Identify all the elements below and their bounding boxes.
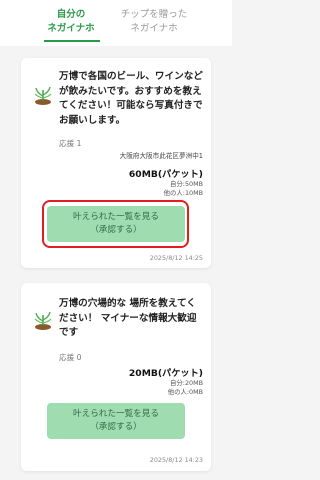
- tab-label-line1: チップを贈った: [120, 9, 188, 20]
- wish-message: 万博で各国のビール、ワインなどが飲みたいです。おすすめを教えてください！可能なら…: [59, 71, 203, 126]
- tab-label-line2: ネガイナホ: [47, 23, 95, 34]
- tip-amount: 20MB(パケット): [128, 368, 203, 379]
- tab-tipped-negainaho[interactable]: チップを贈った ネガイナホ: [112, 8, 196, 36]
- tab-my-negainaho[interactable]: 自分の ネガイナホ: [36, 8, 106, 36]
- own-amount: 自分:50MB: [170, 180, 203, 188]
- wish-card: 万博の穴場的な 場所を教えてください！ マイナーな情報大歓迎です 応援 0 20…: [21, 283, 211, 471]
- support-count: 応援 0: [59, 353, 82, 362]
- view-fulfilled-list-button[interactable]: 叶えられた一覧を見る （承認する）: [47, 206, 185, 242]
- others-amount: 他の人:0MB: [167, 388, 203, 396]
- tip-amount: 60MB(パケット): [128, 169, 203, 180]
- amount-breakdown: 自分:50MB 他の人:10MB: [164, 180, 203, 198]
- others-amount: 他の人:10MB: [163, 189, 203, 197]
- button-label-line1: 叶えられた一覧を見る: [73, 409, 159, 419]
- own-amount: 自分:20MB: [170, 379, 203, 387]
- button-label-line2: （承認する）: [90, 422, 142, 432]
- tab-label-line2: ネガイナホ: [130, 23, 178, 34]
- active-tab-indicator: [44, 40, 100, 42]
- rice-sprout-icon: [34, 86, 52, 105]
- tab-bar: 自分の ネガイナホ チップを贈った ネガイナホ: [0, 0, 232, 46]
- wish-card: 万博で各国のビール、ワインなどが飲みたいです。おすすめを教えてください！可能なら…: [21, 58, 211, 268]
- button-label-line1: 叶えられた一覧を見る: [73, 212, 159, 222]
- wish-message: 万博の穴場的な 場所を教えてください！ マイナーな情報大歓迎です: [59, 298, 197, 338]
- post-timestamp: 2025/8/12 14:23: [149, 456, 203, 464]
- amount-breakdown: 自分:20MB 他の人:0MB: [168, 379, 203, 397]
- tab-label-line1: 自分の: [56, 9, 86, 20]
- location-text: 大阪府大阪市此花区夢洲中1: [119, 152, 203, 160]
- post-timestamp: 2025/8/12 14:25: [149, 254, 203, 262]
- button-label-line2: （承認する）: [90, 225, 142, 235]
- support-count: 応援 1: [59, 139, 82, 148]
- rice-sprout-icon: [34, 311, 52, 330]
- view-fulfilled-list-button[interactable]: 叶えられた一覧を見る （承認する）: [47, 403, 185, 439]
